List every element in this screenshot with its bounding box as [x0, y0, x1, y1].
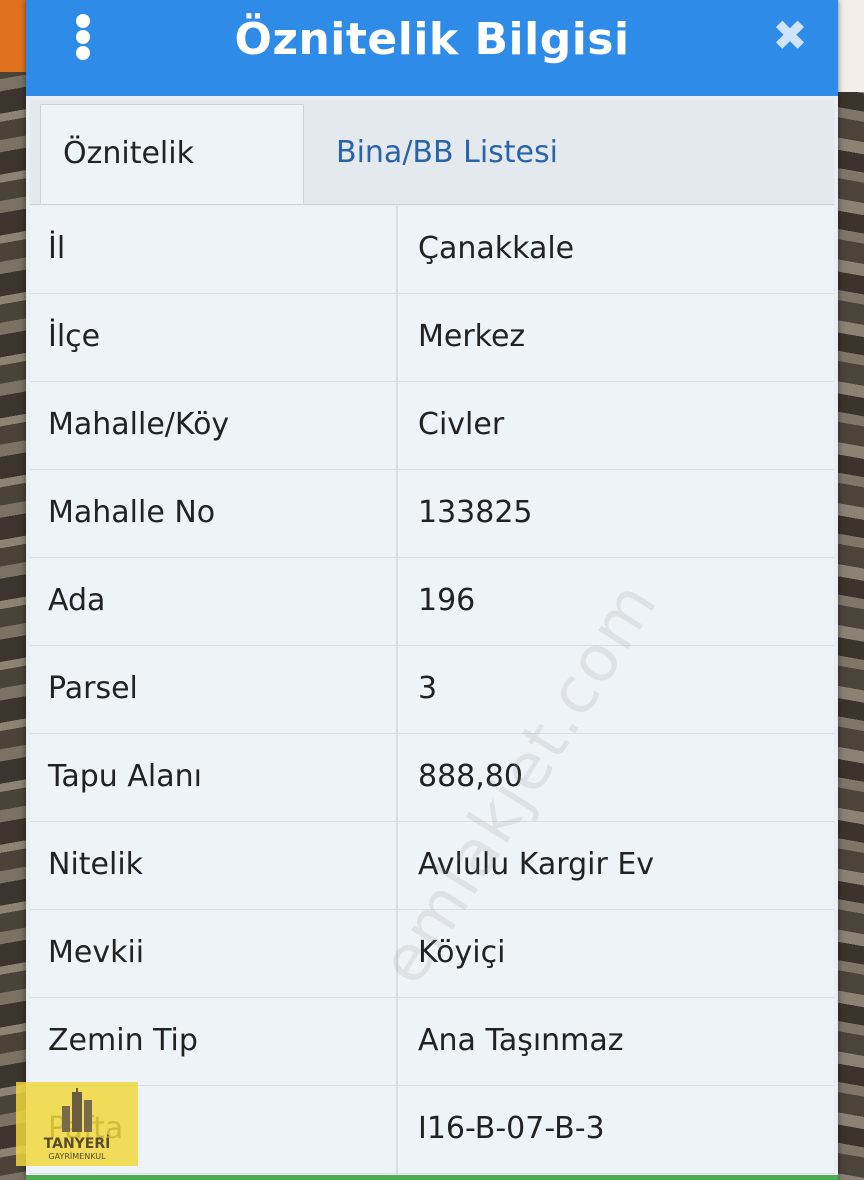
- row-label: İl: [48, 231, 66, 266]
- row-value: I16-B-07-B-3: [418, 1111, 605, 1146]
- table-row: Mahalle No 133825: [30, 470, 834, 558]
- tab-bar: Öznitelik Bilgisi Bina/BB Listesi: [30, 100, 834, 269]
- map-marker-strip: [0, 0, 28, 72]
- table-row: İl Çanakkale: [30, 206, 834, 294]
- row-label: Mahalle/Köy: [48, 407, 230, 442]
- row-label: İlçe: [48, 319, 101, 354]
- map-background-left: [0, 0, 28, 1180]
- map-background-right: [836, 0, 864, 1180]
- attribute-table: İl Çanakkale İlçe Merkez Mahalle/Köy Civler Ma…: [30, 206, 834, 1180]
- row-value: Çanakkale: [418, 231, 575, 266]
- table-row: Mahalle/Köy Civler: [30, 382, 834, 470]
- attribute-info-dialog: Öznitelik Bilgisi ✖ Öznitelik Bilgisi Bi…: [26, 0, 838, 1180]
- logo-subtitle: GAYRİMENKUL: [48, 1152, 106, 1161]
- row-label: Parsel: [48, 671, 138, 706]
- row-label: Mevkii: [48, 935, 145, 970]
- row-label: Ada: [48, 583, 106, 618]
- table-row: Tapu Alanı 888,80: [30, 734, 834, 822]
- row-label: Zemin Tip: [48, 1023, 198, 1058]
- row-label: Mahalle No: [48, 495, 216, 530]
- table-row: Ada 196: [30, 558, 834, 646]
- logo-name: TANYERİ: [43, 1136, 111, 1152]
- row-value: 196: [418, 583, 476, 618]
- row-value: 133825: [418, 495, 533, 530]
- close-icon[interactable]: ✖: [772, 15, 808, 57]
- tab-attribute-info[interactable]: Öznitelik Bilgisi: [40, 104, 304, 269]
- row-label: Tapu Alanı: [48, 759, 202, 794]
- table-row: PaftaI16-B-07-B-3: [30, 1086, 834, 1174]
- row-value: Merkez: [418, 319, 526, 354]
- map-edge: [836, 0, 864, 92]
- dialog-header: Öznitelik Bilgisi ✖: [26, 0, 838, 96]
- bottom-accent-bar: [26, 1175, 838, 1180]
- dialog-title: Öznitelik Bilgisi: [234, 14, 630, 65]
- row-label: Nitelik: [48, 847, 144, 882]
- table-row: Zemin Tip Ana Taşınmaz: [30, 998, 834, 1086]
- row-value: Civler: [418, 407, 505, 442]
- row-value: Ana Taşınmaz: [418, 1023, 624, 1058]
- building-logo-icon: [62, 1088, 92, 1132]
- tab-building-list[interactable]: Bina/BB Listesi: [314, 104, 580, 204]
- row-value: 3: [418, 671, 438, 706]
- table-row: Parsel 3: [30, 646, 834, 734]
- company-logo: TANYERİ GAYRİMENKUL: [16, 1082, 138, 1166]
- table-row: İlçe Merkez: [30, 294, 834, 382]
